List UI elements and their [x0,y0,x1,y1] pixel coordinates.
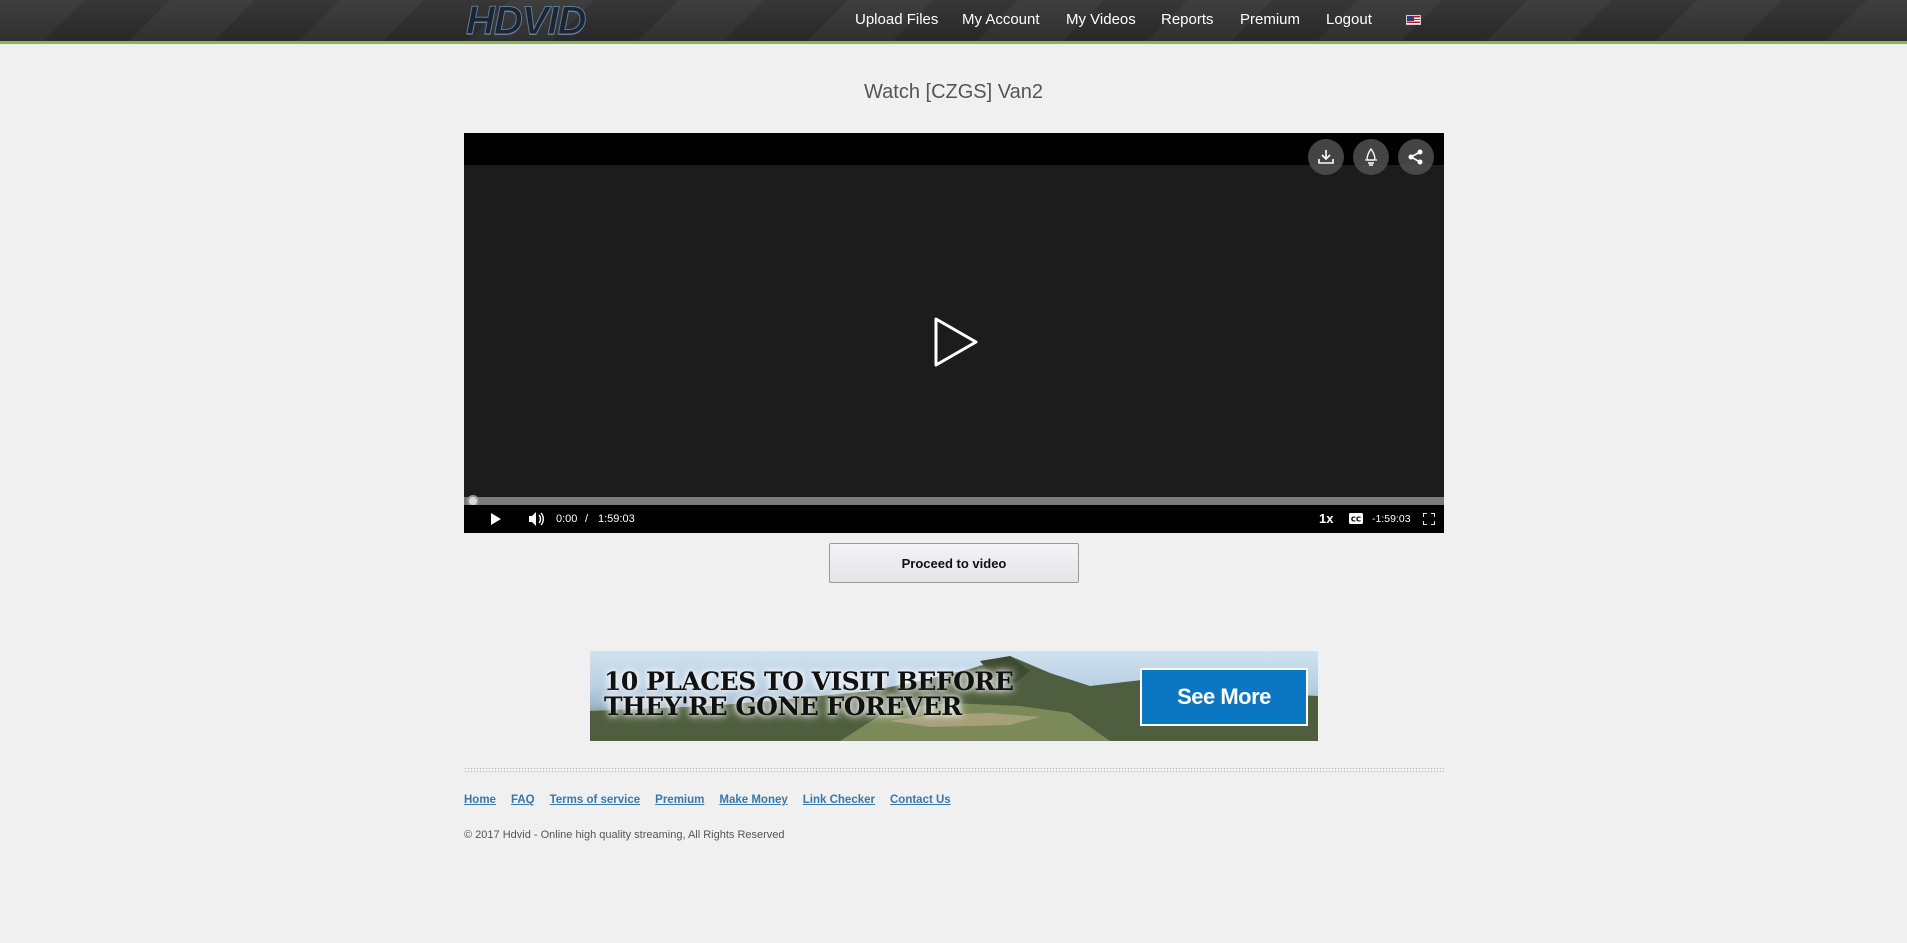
footer-divider [464,767,1444,773]
big-play-icon[interactable] [933,316,979,368]
footer-link-link-checker[interactable]: Link Checker [803,794,875,806]
player-top-bar [464,133,1444,165]
footer-link-faq[interactable]: FAQ [511,794,535,806]
footer-link-make-money[interactable]: Make Money [719,794,787,806]
nav-my-account[interactable]: My Account [962,11,1040,28]
ad-headline-line-2: THEY'RE GONE FOREVER [604,692,962,721]
video-player[interactable]: 0:00 / 1:59:03 1x CC -1:59:03 [464,133,1444,533]
nav-reports[interactable]: Reports [1161,11,1214,28]
copyright-text: © 2017 Hdvid - Online high quality strea… [464,829,785,841]
nav-premium[interactable]: Premium [1240,11,1300,28]
volume-icon[interactable] [529,512,545,526]
lightbulb-icon[interactable] [1353,139,1389,175]
footer-link-terms[interactable]: Terms of service [550,794,641,806]
captions-icon[interactable]: CC [1349,513,1363,524]
nav-my-videos[interactable]: My Videos [1066,11,1136,28]
header-background-pattern [0,0,1907,41]
progress-bar[interactable] [464,495,1444,507]
footer-link-premium[interactable]: Premium [655,794,704,806]
ad-headline-line-1: 10 PLACES TO VISIT BEFORE [604,667,1014,696]
duration: 1:59:03 [598,513,635,525]
player-controls: 0:00 / 1:59:03 1x CC -1:59:03 [464,505,1444,533]
fullscreen-icon[interactable] [1423,513,1435,525]
current-time: 0:00 [556,513,578,525]
language-flag-icon[interactable] [1406,15,1421,25]
footer-links: Home FAQ Terms of service Premium Make M… [464,794,951,806]
playback-speed-button[interactable]: 1x [1319,511,1333,526]
ad-headline: 10 PLACES TO VISIT BEFORE THEY'RE GONE F… [604,669,1024,719]
time-separator: / [585,513,589,525]
download-icon[interactable] [1308,139,1344,175]
footer-link-home[interactable]: Home [464,794,496,806]
proceed-to-video-button[interactable]: Proceed to video [829,543,1079,583]
share-icon[interactable] [1398,139,1434,175]
ad-banner[interactable]: 10 PLACES TO VISIT BEFORE THEY'RE GONE F… [590,651,1318,741]
footer-link-contact[interactable]: Contact Us [890,794,951,806]
nav-logout[interactable]: Logout [1326,11,1372,28]
page-title: Watch [CZGS] Van2 [864,81,1043,103]
remaining-time: -1:59:03 [1372,513,1411,525]
site-logo[interactable]: HDVID [466,1,726,42]
top-navigation-bar: HDVID Upload Files My Account My Videos … [0,0,1907,44]
play-icon[interactable] [491,513,501,525]
nav-upload-files[interactable]: Upload Files [855,11,938,28]
svg-text:CC: CC [1351,515,1361,523]
ad-see-more-button[interactable]: See More [1140,668,1308,726]
